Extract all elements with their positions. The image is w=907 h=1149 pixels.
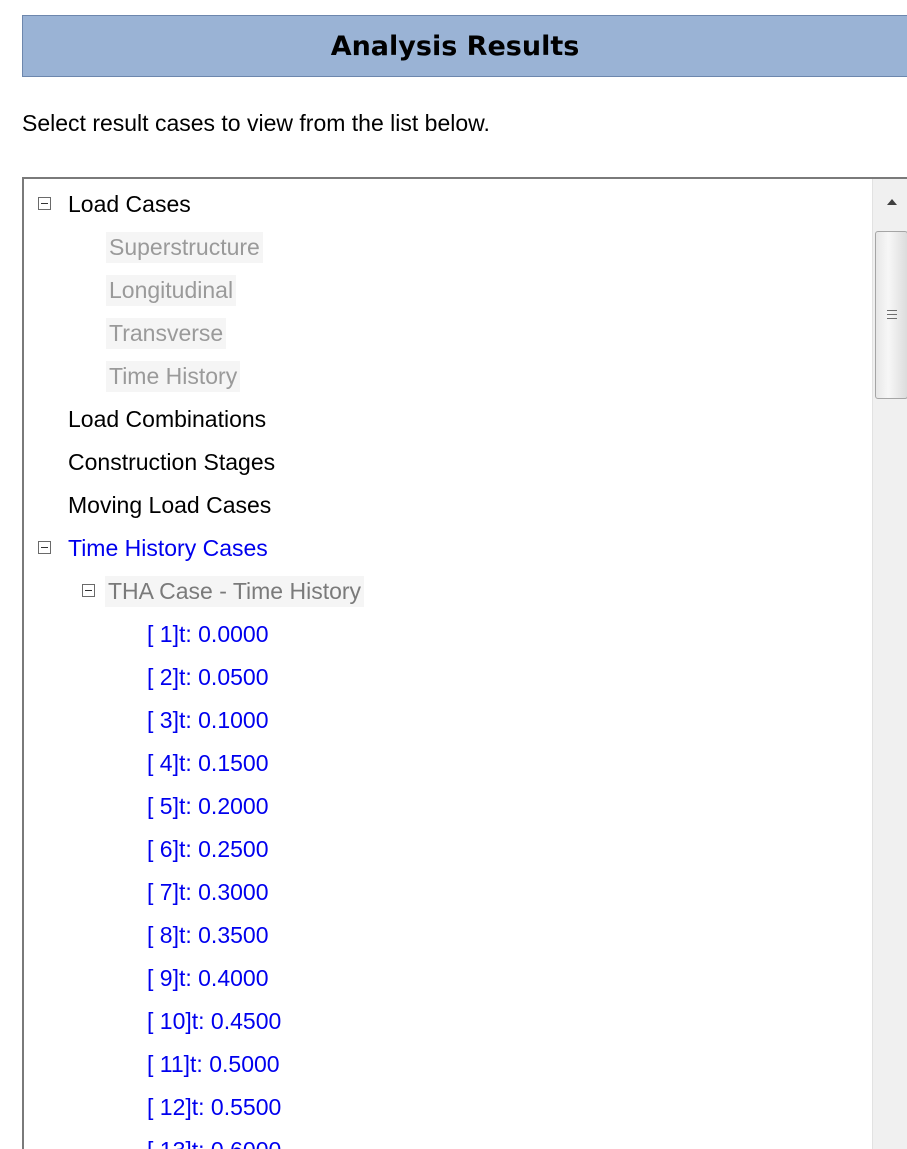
time-step-item[interactable]: [ 10]t: 0.4500 bbox=[24, 1000, 872, 1043]
time-step-label[interactable]: [ 13]t: 0.6000 bbox=[144, 1135, 284, 1149]
time-step-label[interactable]: [ 4]t: 0.1500 bbox=[144, 748, 271, 779]
title-bar: Analysis Results bbox=[22, 15, 907, 77]
tree-node-label[interactable]: Time History Cases bbox=[65, 533, 271, 564]
time-step-label[interactable]: [ 11]t: 0.5000 bbox=[144, 1049, 283, 1080]
time-step-label[interactable]: [ 8]t: 0.3500 bbox=[144, 920, 271, 951]
tree-node-longitudinal[interactable]: Longitudinal bbox=[24, 269, 872, 312]
tree-node-load-combinations[interactable]: Load Combinations bbox=[24, 398, 872, 441]
time-step-label[interactable]: [ 5]t: 0.2000 bbox=[144, 791, 271, 822]
time-step-label[interactable]: [ 3]t: 0.1000 bbox=[144, 705, 271, 736]
instructions-text: Select result cases to view from the lis… bbox=[22, 110, 490, 136]
tree-node-label[interactable]: Transverse bbox=[106, 318, 227, 349]
time-step-item[interactable]: [ 11]t: 0.5000 bbox=[24, 1043, 872, 1086]
tree-content: Load Cases Superstructure Longitudinal T… bbox=[24, 183, 872, 1149]
tree-node-label[interactable]: Load Combinations bbox=[65, 404, 269, 435]
tree-node-label[interactable]: Load Cases bbox=[65, 189, 194, 220]
tree-node-label[interactable]: THA Case - Time History bbox=[105, 576, 365, 607]
tree-node-label[interactable]: Moving Load Cases bbox=[65, 490, 274, 521]
collapse-icon[interactable] bbox=[38, 541, 51, 554]
time-step-label[interactable]: [ 6]t: 0.2500 bbox=[144, 834, 271, 865]
tree-node-moving-load-cases[interactable]: Moving Load Cases bbox=[24, 484, 872, 527]
time-step-label[interactable]: [ 9]t: 0.4000 bbox=[144, 963, 271, 994]
scroll-thumb[interactable] bbox=[875, 231, 907, 399]
time-step-item[interactable]: [ 13]t: 0.6000 bbox=[24, 1129, 872, 1149]
tree-node-superstructure[interactable]: Superstructure bbox=[24, 226, 872, 269]
time-step-label[interactable]: [ 1]t: 0.0000 bbox=[144, 619, 271, 650]
result-cases-tree[interactable]: Load Cases Superstructure Longitudinal T… bbox=[22, 177, 907, 1149]
triangle-up-icon bbox=[886, 199, 897, 205]
tree-node-time-history-cases[interactable]: Time History Cases bbox=[24, 527, 872, 570]
tree-node-label[interactable]: Superstructure bbox=[106, 232, 263, 263]
time-step-item[interactable]: [ 8]t: 0.3500 bbox=[24, 914, 872, 957]
grip-lines-icon bbox=[887, 310, 897, 321]
time-step-label[interactable]: [ 7]t: 0.3000 bbox=[144, 877, 271, 908]
tree-node-transverse[interactable]: Transverse bbox=[24, 312, 872, 355]
tree-node-load-cases[interactable]: Load Cases bbox=[24, 183, 872, 226]
analysis-results-panel: Analysis Results Select result cases to … bbox=[0, 0, 907, 1149]
tree-node-label[interactable]: Construction Stages bbox=[65, 447, 278, 478]
collapse-icon[interactable] bbox=[82, 584, 95, 597]
time-step-item[interactable]: [ 7]t: 0.3000 bbox=[24, 871, 872, 914]
vertical-scrollbar[interactable] bbox=[872, 179, 907, 1149]
time-step-item[interactable]: [ 3]t: 0.1000 bbox=[24, 699, 872, 742]
scroll-up-button[interactable] bbox=[873, 179, 907, 225]
time-step-label[interactable]: [ 10]t: 0.4500 bbox=[144, 1006, 284, 1037]
time-step-item[interactable]: [ 12]t: 0.5500 bbox=[24, 1086, 872, 1129]
time-step-item[interactable]: [ 5]t: 0.2000 bbox=[24, 785, 872, 828]
tree-node-label[interactable]: Time History bbox=[106, 361, 241, 392]
time-step-label[interactable]: [ 2]t: 0.0500 bbox=[144, 662, 271, 693]
tree-node-time-history[interactable]: Time History bbox=[24, 355, 872, 398]
time-step-item[interactable]: [ 1]t: 0.0000 bbox=[24, 613, 872, 656]
time-step-item[interactable]: [ 2]t: 0.0500 bbox=[24, 656, 872, 699]
collapse-icon[interactable] bbox=[38, 197, 51, 210]
time-step-label[interactable]: [ 12]t: 0.5500 bbox=[144, 1092, 284, 1123]
panel-title: Analysis Results bbox=[330, 30, 580, 62]
time-step-item[interactable]: [ 6]t: 0.2500 bbox=[24, 828, 872, 871]
time-step-item[interactable]: [ 9]t: 0.4000 bbox=[24, 957, 872, 1000]
tree-node-label[interactable]: Longitudinal bbox=[106, 275, 237, 306]
tree-node-tha-case[interactable]: THA Case - Time History bbox=[24, 570, 872, 613]
tree-node-construction-stages[interactable]: Construction Stages bbox=[24, 441, 872, 484]
time-step-item[interactable]: [ 4]t: 0.1500 bbox=[24, 742, 872, 785]
